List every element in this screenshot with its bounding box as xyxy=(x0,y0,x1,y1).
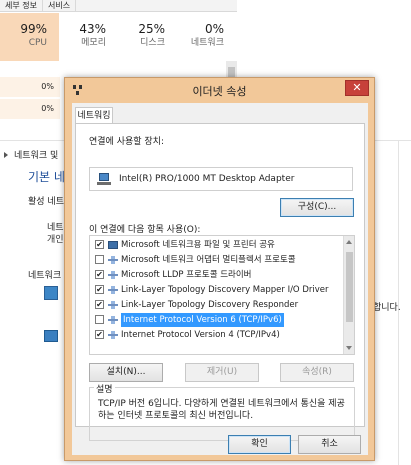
protocol-icon xyxy=(108,286,118,294)
ok-button[interactable]: 확인 xyxy=(228,435,291,454)
tab-networking[interactable]: 네트워킹 xyxy=(75,107,113,124)
network-column-header[interactable]: 0% 네트워크 xyxy=(177,13,236,61)
nav-label: 네트워크 및 xyxy=(14,151,59,161)
components-list[interactable]: ✔ Microsoft 네트워크용 파일 및 프린터 공유 Microsoft … xyxy=(89,235,355,355)
background-text: 합니다. xyxy=(373,303,401,313)
memory-column-header[interactable]: 43% 메모리 xyxy=(59,13,118,61)
memory-label: 메모리 xyxy=(81,38,106,48)
list-item[interactable]: ✔ Internet Protocol Version 4 (TCP/IPv4) xyxy=(92,328,342,342)
item-label: Microsoft 네트워크용 파일 및 프린터 공유 xyxy=(121,240,275,250)
item-label: Internet Protocol Version 4 (TCP/IPv4) xyxy=(121,330,280,340)
cpu-column-header[interactable]: 99% CPU xyxy=(0,13,59,61)
network-label: 네트워크 xyxy=(190,38,224,48)
item-checkbox[interactable]: ✔ xyxy=(95,240,104,249)
item-label: Link-Layer Topology Discovery Mapper I/O… xyxy=(121,285,329,295)
list-item-selected[interactable]: Internet Protocol Version 6 (TCP/IPv6) xyxy=(92,313,342,327)
list-item[interactable]: ✔ Microsoft 네트워크용 파일 및 프린터 공유 xyxy=(92,238,342,252)
item-checkbox[interactable]: ✔ xyxy=(95,300,104,309)
troubleshoot-icon xyxy=(44,330,58,342)
scroll-up-icon[interactable] xyxy=(346,240,352,244)
chevron-right-icon xyxy=(4,152,8,158)
list-item[interactable]: Microsoft 네트워크 어댑터 멀티플렉서 프로토콜 xyxy=(92,253,342,267)
properties-button[interactable]: 속성(R) xyxy=(280,363,354,382)
protocol-icon xyxy=(108,331,118,339)
networking-tab-page: 연결에 사용할 장치: Intel(R) PRO/1000 MT Desktop… xyxy=(75,123,365,441)
item-checkbox[interactable]: ✔ xyxy=(95,285,104,294)
protocol-icon xyxy=(108,271,118,279)
item-checkbox[interactable] xyxy=(95,315,104,324)
disk-column-header[interactable]: 25% 디스크 xyxy=(118,13,177,61)
list-scrollbar[interactable] xyxy=(343,236,354,354)
configure-button[interactable]: 구성(C)... xyxy=(280,198,354,217)
disk-label: 디스크 xyxy=(140,38,165,48)
item-label: Internet Protocol Version 6 (TCP/IPv6) xyxy=(121,313,284,327)
item-label: Microsoft LLDP 프로토콜 드라이버 xyxy=(121,270,252,280)
memory-percent: 43% xyxy=(79,22,106,36)
network-adapter-icon xyxy=(97,173,111,185)
list-item[interactable]: ✔ Microsoft LLDP 프로토콜 드라이버 xyxy=(92,268,342,282)
tab-services[interactable]: 서비스 xyxy=(43,0,77,11)
dialog-client-area: 네트워킹 연결에 사용할 장치: Intel(R) PRO/1000 MT De… xyxy=(72,103,368,455)
disk-percent: 25% xyxy=(138,22,165,36)
protocol-icon xyxy=(108,256,118,264)
item-checkbox[interactable] xyxy=(95,255,104,264)
change-network-label: 네트워크 xyxy=(28,271,62,281)
cpu-cell: 0% xyxy=(0,99,60,119)
item-checkbox[interactable]: ✔ xyxy=(95,330,104,339)
install-button[interactable]: 설치(N)... xyxy=(89,363,163,382)
uninstall-button[interactable]: 제거(U) xyxy=(185,363,259,382)
description-title: 설명 xyxy=(94,382,115,395)
dialog-title: 이더넷 속성 xyxy=(192,85,247,98)
cpu-label: CPU xyxy=(28,38,47,48)
page-title: 기본 네 xyxy=(28,170,65,184)
tab-details[interactable]: 세부 정보 xyxy=(0,0,43,11)
protocol-icon xyxy=(108,301,118,309)
description-text: TCP/IP 버전 6입니다. 다양하게 연결된 네트워크에서 통신을 제공하는… xyxy=(98,399,345,421)
list-item[interactable]: ✔ Link-Layer Topology Discovery Responde… xyxy=(92,298,342,312)
share-icon xyxy=(108,241,118,249)
item-label: Link-Layer Topology Discovery Responder xyxy=(121,300,299,310)
cpu-cell: 0% xyxy=(0,77,60,97)
close-button[interactable]: ✕ xyxy=(345,80,369,96)
list-item[interactable]: ✔ Link-Layer Topology Discovery Mapper I… xyxy=(92,283,342,297)
scrollbar-thumb[interactable] xyxy=(346,252,353,322)
nav-network-link[interactable]: 네트워크 및 xyxy=(4,148,58,161)
protocol-icon xyxy=(108,316,118,324)
scroll-down-icon[interactable] xyxy=(346,346,352,350)
title-bar[interactable]: 이더넷 속성 ✕ xyxy=(65,78,374,102)
item-label: Microsoft 네트워크 어댑터 멀티플렉서 프로토콜 xyxy=(121,255,296,265)
active-networks-label: 활성 네트 xyxy=(28,197,64,207)
ethernet-properties-dialog: 이더넷 속성 ✕ 네트워킹 연결에 사용할 장치: Intel(R) PRO/1… xyxy=(64,77,375,461)
network-setup-icon xyxy=(44,286,58,300)
cpu-percent: 99% xyxy=(20,22,47,36)
performance-header: 99% CPU 43% 메모리 25% 디스크 0% 네트워크 xyxy=(0,13,237,61)
network-type: 개인 xyxy=(47,235,64,245)
connect-using-label: 연결에 사용할 장치: xyxy=(89,137,164,147)
adapter-name: Intel(R) PRO/1000 MT Desktop Adapter xyxy=(119,174,295,184)
cancel-button[interactable]: 취소 xyxy=(298,435,361,454)
network-percent: 0% xyxy=(204,22,224,36)
item-checkbox[interactable]: ✔ xyxy=(95,270,104,279)
adapter-display: Intel(R) PRO/1000 MT Desktop Adapter xyxy=(89,167,353,191)
background-tab-strip: 세부 정보 서비스 xyxy=(0,0,237,12)
items-label: 이 연결에 다음 항목 사용(O): xyxy=(89,225,201,235)
